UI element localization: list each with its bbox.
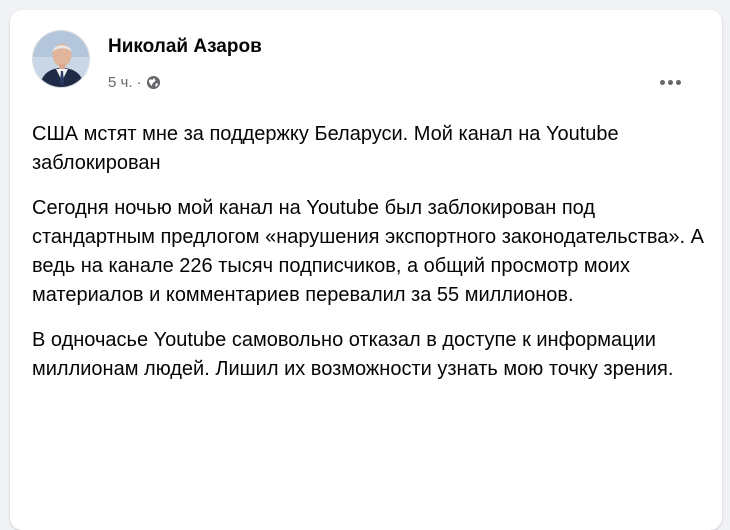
post-timestamp[interactable]: 5 ч. (108, 74, 133, 91)
meta-separator: · (136, 74, 142, 91)
globe-icon[interactable] (146, 75, 161, 90)
post-card: Николай Азаров 5 ч. · США мстят мне за п… (10, 10, 722, 530)
post-paragraph-title: США мстят мне за поддержку Беларуси. Мой… (32, 123, 619, 174)
post-paragraph: В одночасье Youtube самовольно отказал в… (32, 329, 674, 380)
post-meta: 5 ч. · (108, 74, 161, 91)
post-header: Николай Азаров 5 ч. · (32, 30, 702, 110)
author-name[interactable]: Николай Азаров (108, 36, 262, 58)
post-text: США мстят мне за поддержку Беларуси. Мой… (32, 120, 712, 400)
more-horizontal-icon (659, 79, 681, 85)
author-avatar[interactable] (32, 30, 90, 88)
more-options-button[interactable] (652, 64, 688, 100)
avatar-photo (33, 31, 89, 87)
post-paragraph: Сегодня ночью мой канал на Youtube был з… (32, 197, 704, 306)
